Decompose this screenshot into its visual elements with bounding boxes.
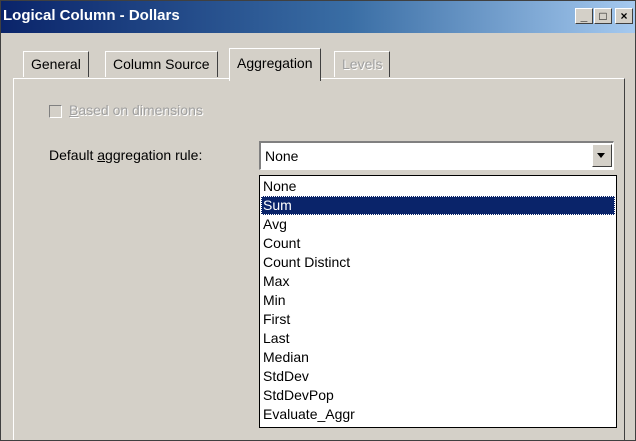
logical-column-dialog: Logical Column - Dollars _ □ × General C… xyxy=(0,0,636,441)
dropdown-option-count-distinct[interactable]: Count Distinct xyxy=(261,253,615,272)
aggregation-rule-dropdown-list[interactable]: None Sum Avg Count Count Distinct Max Min First… xyxy=(259,175,617,428)
dropdown-option-median[interactable]: Median xyxy=(261,348,615,367)
tab-label: Column Source xyxy=(113,56,210,72)
dropdown-option-last[interactable]: Last xyxy=(261,329,615,348)
combobox-value: None xyxy=(265,148,299,164)
dropdown-option-max[interactable]: Max xyxy=(261,272,615,291)
dropdown-option-min[interactable]: Min xyxy=(261,291,615,310)
dropdown-option-stddevpop[interactable]: StdDevPop xyxy=(261,386,615,405)
tab-column-source[interactable]: Column Source xyxy=(105,51,218,77)
tab-label: Levels xyxy=(342,56,383,72)
minimize-button[interactable]: _ xyxy=(575,8,593,24)
tab-label: Aggregation xyxy=(237,55,313,71)
tab-strip: General Column Source Aggregation Levels xyxy=(1,33,635,83)
window-title: Logical Column - Dollars xyxy=(3,7,180,24)
chevron-down-icon xyxy=(597,153,605,158)
dropdown-option-count[interactable]: Count xyxy=(261,234,615,253)
tab-general[interactable]: General xyxy=(23,51,89,77)
tab-levels: Levels xyxy=(334,51,391,77)
close-button[interactable]: × xyxy=(615,8,633,24)
dropdown-option-first[interactable]: First xyxy=(261,310,615,329)
dropdown-option-none[interactable]: None xyxy=(261,177,615,196)
default-aggregation-rule-combobox[interactable]: None xyxy=(259,141,614,170)
maximize-button[interactable]: □ xyxy=(594,8,612,24)
based-on-dimensions-checkbox xyxy=(49,105,62,118)
tab-label: General xyxy=(31,56,81,72)
title-bar[interactable]: Logical Column - Dollars _ □ × xyxy=(1,1,635,33)
dropdown-option-avg[interactable]: Avg xyxy=(261,215,615,234)
default-aggregation-rule-label: Default aggregation rule: xyxy=(49,147,203,163)
tab-aggregation[interactable]: Aggregation xyxy=(229,48,321,81)
dropdown-arrow-button[interactable] xyxy=(592,144,612,167)
dropdown-option-evaluate-aggr[interactable]: Evaluate_Aggr xyxy=(261,405,615,424)
dropdown-option-stddev[interactable]: StdDev xyxy=(261,367,615,386)
dropdown-option-sum[interactable]: Sum xyxy=(261,196,615,215)
based-on-dimensions-label: Based on dimensions xyxy=(69,102,203,118)
